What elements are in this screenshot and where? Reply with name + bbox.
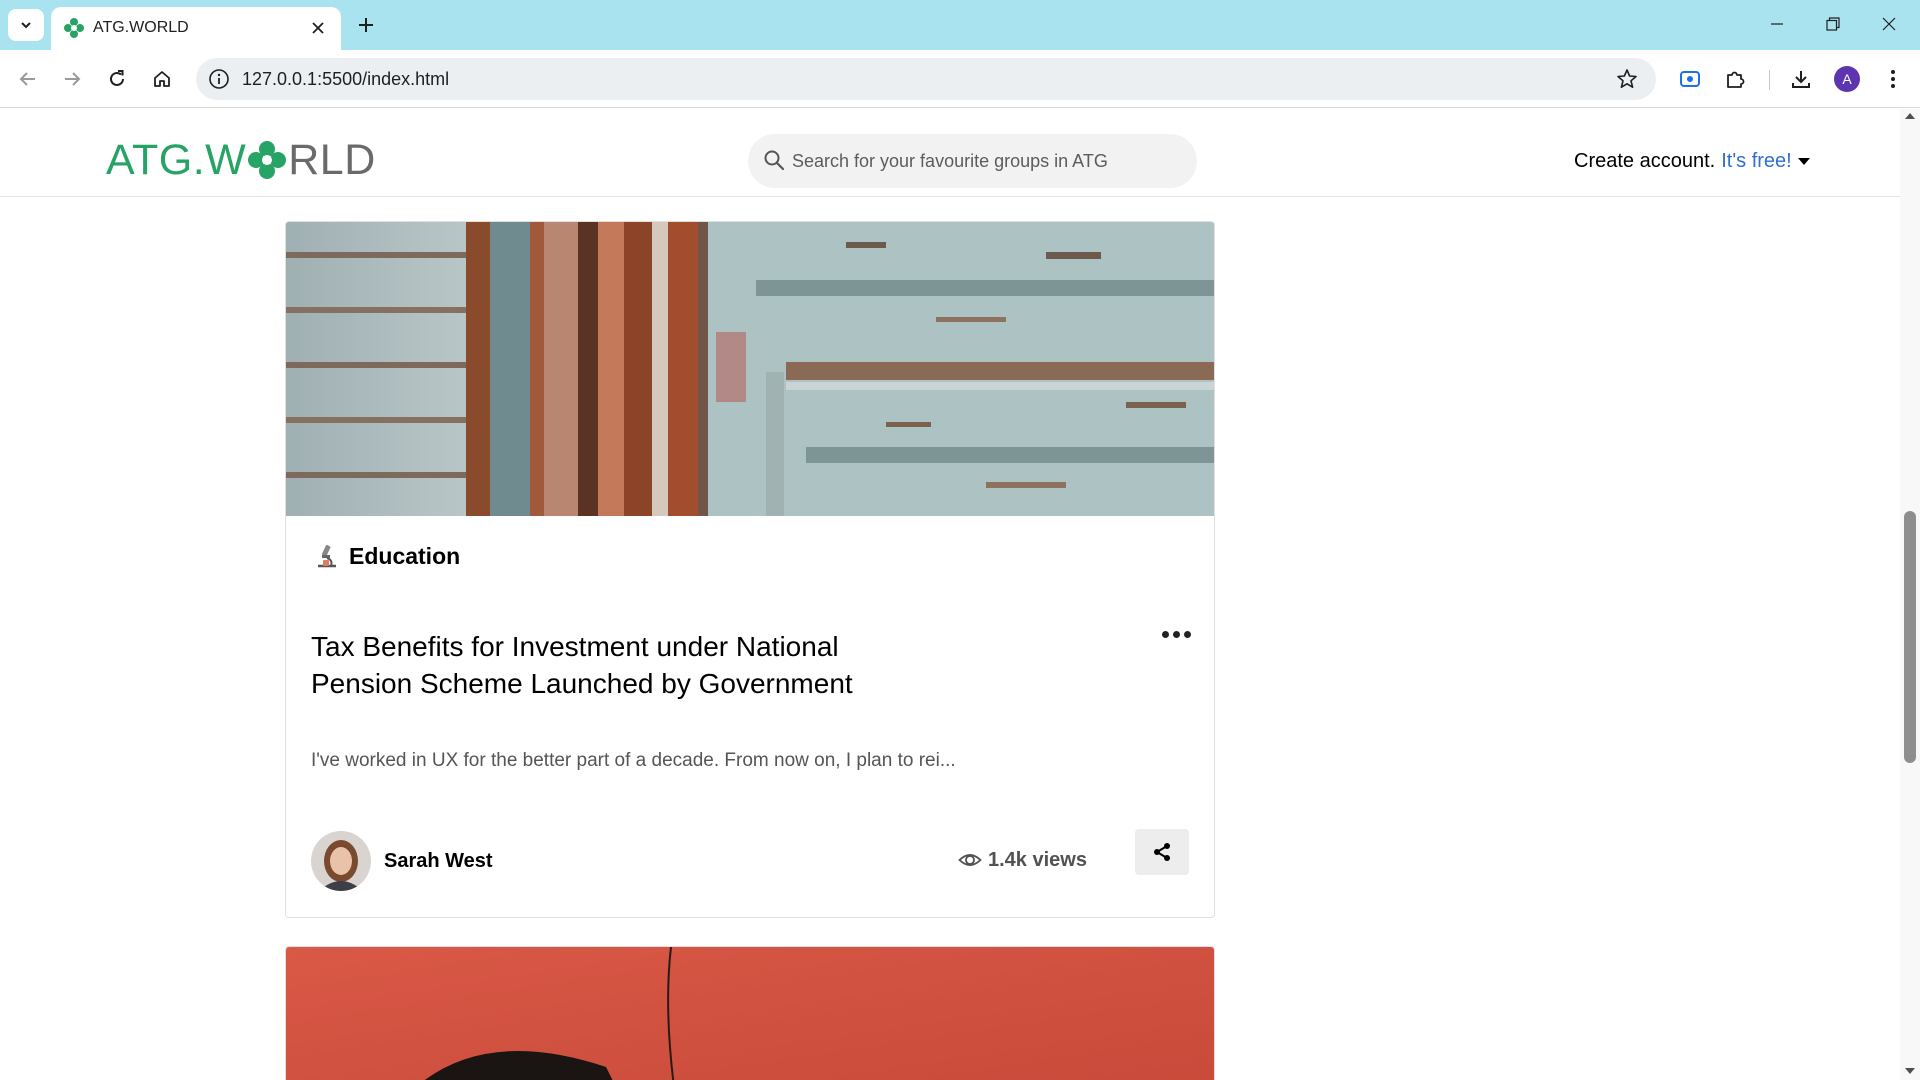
reload-icon <box>110 70 124 86</box>
author-name[interactable]: Sarah West <box>384 850 493 873</box>
create-account-link[interactable]: Create account. It's free! <box>1574 150 1810 173</box>
close-tab-button[interactable] <box>305 15 331 41</box>
logo-text-part1: ATG.W <box>106 135 247 184</box>
eye-icon <box>958 854 982 866</box>
post-views: 1.4k views <box>958 848 1087 872</box>
plus-icon <box>359 18 373 32</box>
toolbar-divider <box>1769 70 1770 90</box>
browser-tab-strip: ATG.WORLD <box>0 0 1920 50</box>
dot <box>1172 630 1180 638</box>
page-scrollbar[interactable] <box>1900 109 1920 1080</box>
site-info-icon[interactable] <box>208 68 230 90</box>
puzzle-icon <box>1727 71 1745 88</box>
post-author[interactable]: Sarah West <box>311 831 493 891</box>
red-car-cover-image <box>286 947 1214 1080</box>
minimize-button[interactable] <box>1750 4 1804 44</box>
author-avatar[interactable] <box>311 831 371 891</box>
post-category: Education <box>313 542 460 570</box>
close-icon <box>312 22 324 34</box>
tab-search-button[interactable] <box>8 9 44 41</box>
group-search-box[interactable] <box>748 134 1197 188</box>
search-input[interactable] <box>792 134 1187 188</box>
extensions-button[interactable] <box>1720 64 1750 94</box>
kebab-menu-icon <box>1891 70 1895 88</box>
home-icon <box>154 71 170 87</box>
downloads-button[interactable] <box>1786 64 1816 94</box>
address-bar[interactable]: 127.0.0.1:5500/index.html <box>196 58 1656 100</box>
atg-world-logo[interactable]: ATG.W RLD <box>106 135 376 184</box>
post-excerpt: I've worked in UX for the better part of… <box>311 750 956 771</box>
its-free-text: It's free! <box>1721 150 1792 172</box>
post-title[interactable]: Tax Benefits for Investment under Nation… <box>311 628 931 702</box>
post-card: Education Tax Benefits for Investment un… <box>285 221 1215 918</box>
forward-button[interactable] <box>56 63 88 95</box>
profile-avatar-button[interactable]: A <box>1834 66 1860 92</box>
share-icon <box>1154 843 1170 861</box>
bookmark-star-icon[interactable] <box>1616 68 1638 90</box>
restore-button[interactable] <box>1806 4 1860 44</box>
browser-toolbar: 127.0.0.1:5500/index.html <box>0 50 1920 108</box>
scrollbar-thumb[interactable] <box>1904 511 1916 763</box>
post-card <box>285 946 1215 1080</box>
caret-down-icon <box>1797 158 1810 165</box>
close-icon <box>1882 17 1896 31</box>
search-icon <box>764 150 785 171</box>
browser-tab[interactable]: ATG.WORLD <box>51 7 341 50</box>
restore-icon <box>1826 17 1840 31</box>
back-button[interactable] <box>12 63 44 95</box>
tab-title: ATG.WORLD <box>93 19 189 36</box>
logo-clover-icon <box>248 141 287 179</box>
browser-menu-button[interactable] <box>1878 64 1908 94</box>
home-button[interactable] <box>146 63 178 95</box>
scroll-down-arrow-icon[interactable] <box>1905 1068 1915 1074</box>
logo-text-part2: RLD <box>288 135 376 184</box>
views-count: 1.4k views <box>988 848 1087 871</box>
peeling-paint-wood-image <box>286 222 1214 516</box>
arrow-right-icon <box>65 72 81 86</box>
category-label: Education <box>349 542 461 569</box>
reload-button[interactable] <box>101 63 133 95</box>
microscope-icon <box>318 544 336 568</box>
screen-capture-button[interactable] <box>1675 64 1705 94</box>
post-cover-image <box>286 222 1214 516</box>
new-tab-button[interactable] <box>350 9 382 41</box>
post-options-button[interactable] <box>1159 622 1193 646</box>
share-button[interactable] <box>1135 829 1189 875</box>
url-text[interactable]: 127.0.0.1:5500/index.html <box>242 69 449 89</box>
author-photo-image <box>311 831 371 891</box>
atg-favicon-icon <box>64 18 84 38</box>
download-icon <box>1792 71 1810 88</box>
minimize-icon <box>1771 23 1783 25</box>
create-account-text: Create account. <box>1574 150 1716 172</box>
arrow-left-icon <box>19 72 35 86</box>
close-window-button[interactable] <box>1862 4 1916 44</box>
scroll-up-arrow-icon[interactable] <box>1905 113 1915 119</box>
screencast-icon <box>1680 71 1700 87</box>
site-header: ATG.W RLD Create account. It's free! <box>0 109 1900 197</box>
chevron-down-icon <box>21 22 31 29</box>
dot <box>1161 630 1169 638</box>
dot <box>1183 630 1191 638</box>
page-viewport: ATG.W RLD Create account. It's free! <box>0 109 1900 1080</box>
